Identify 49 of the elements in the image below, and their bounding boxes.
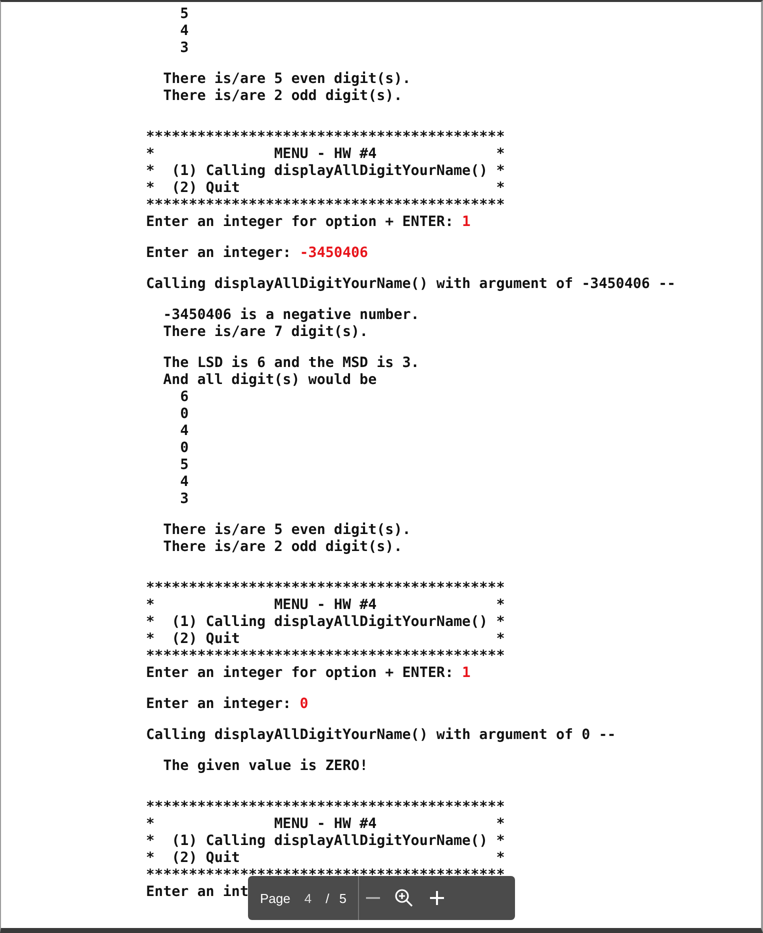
page-separator: /	[326, 890, 330, 906]
console-line: 3	[179, 491, 189, 508]
console-line: Calling displayAllDigitYourName() with argument of 0 --	[146, 727, 616, 744]
console-line: 3	[179, 40, 189, 57]
console-line: Calling displayAllDigitYourName() with argument of -3450406 --	[146, 276, 676, 293]
console-line: ******************************************	[146, 129, 505, 146]
console-line: The given value is ZERO!	[162, 758, 368, 775]
console-line: ******************************************	[146, 648, 505, 665]
console-line: * MENU - HW #4 *	[146, 816, 505, 833]
minus-icon	[366, 897, 380, 899]
page-label: Page	[260, 890, 290, 906]
console-line: There is/are 2 odd digit(s).	[162, 88, 402, 105]
console-line: * MENU - HW #4 *	[146, 146, 505, 163]
console-line: 0	[179, 440, 189, 457]
console-line: * (2) Quit *	[146, 631, 505, 648]
console-line: * (1) Calling displayAllDigitYourName() *	[146, 833, 505, 850]
console-line: The LSD is 6 and the MSD is 3.	[162, 355, 420, 372]
console-line: ******************************************	[146, 799, 505, 816]
console-line: ******************************************	[146, 580, 505, 597]
console-line: Enter an int	[146, 884, 248, 901]
zoom-in-button[interactable]	[428, 889, 446, 907]
console-line: Enter an integer for option + ENTER: 1	[146, 214, 471, 231]
plus-icon	[428, 889, 446, 907]
zoom-icon[interactable]	[394, 888, 414, 908]
console-line: 0	[179, 406, 189, 423]
console-line: * MENU - HW #4 *	[146, 597, 505, 614]
console-line: ******************************************	[146, 867, 505, 884]
console-line: And all digit(s) would be	[162, 372, 377, 389]
console-line: Enter an integer: -3450406	[146, 245, 368, 262]
page-number-field[interactable]: 4	[300, 890, 316, 906]
page-count: 5	[339, 890, 346, 906]
console-line: Enter an integer for option + ENTER: 1	[146, 665, 471, 682]
console-line: * (2) Quit *	[146, 180, 505, 197]
console-line: * (2) Quit *	[146, 850, 505, 867]
console-line: 6	[179, 389, 189, 406]
console-line: 5	[179, 457, 189, 474]
console-line: There is/are 7 digit(s).	[162, 324, 368, 341]
console-line: 4	[179, 423, 189, 440]
console-line: There is/are 2 odd digit(s).	[162, 539, 402, 556]
console-line: There is/are 5 even digit(s).	[162, 522, 411, 539]
console-line: 4	[179, 474, 189, 491]
console-line: 4	[179, 23, 189, 40]
console-line: Enter an integer: 0	[146, 696, 308, 713]
console-line: There is/are 5 even digit(s).	[162, 71, 411, 88]
console-line: ******************************************	[146, 197, 505, 214]
console-line: * (1) Calling displayAllDigitYourName() *	[146, 614, 505, 631]
console-line: -3450406 is a negative number.	[162, 307, 420, 324]
console-line: 5	[179, 6, 189, 23]
console-line: * (1) Calling displayAllDigitYourName() *	[146, 163, 505, 180]
